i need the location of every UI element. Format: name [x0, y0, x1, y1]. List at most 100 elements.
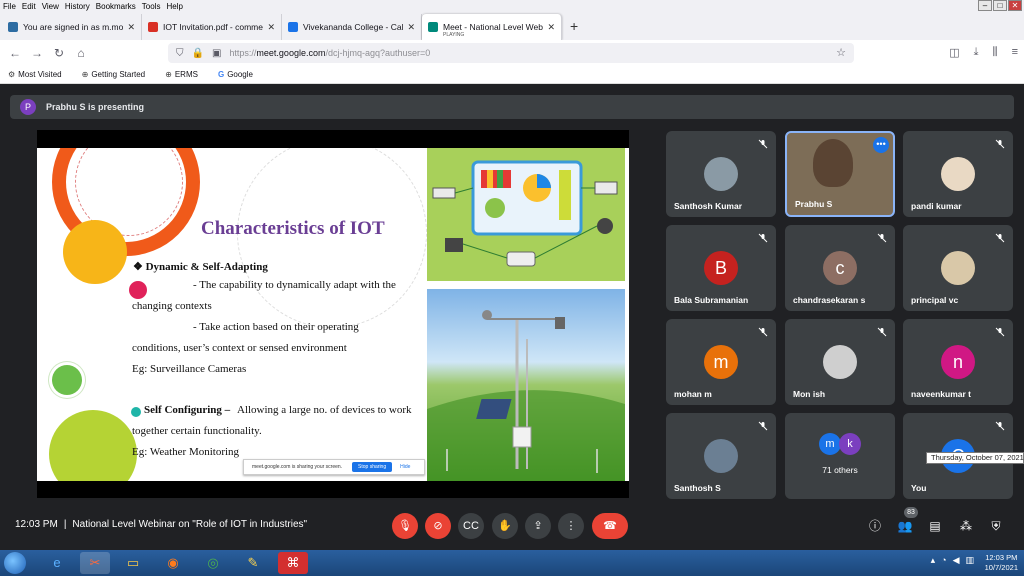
close-tab-icon[interactable]: ✕ — [267, 22, 275, 33]
hide-button[interactable]: Hide — [400, 464, 410, 470]
reload-icon[interactable]: ↻ — [48, 46, 70, 60]
avatar: B — [704, 251, 738, 285]
home-icon[interactable]: ⌂ — [70, 46, 92, 60]
bookmark-most-visited[interactable]: ⚙ Most Visited — [8, 70, 72, 79]
close-window-button[interactable]: ✕ — [1008, 0, 1022, 11]
participant-tile[interactable]: m mohan m — [666, 319, 776, 405]
tab-iot-invitation[interactable]: IOT Invitation.pdf - commerce ✕ — [142, 14, 282, 40]
network-icon[interactable]: ▥ — [965, 555, 974, 566]
participant-tile[interactable]: B Bala Subramanian — [666, 225, 776, 311]
url-bar[interactable]: ⛉ 🔒 ▣ https://meet.google.com/dcj-hjmq-a… — [168, 43, 854, 63]
participant-tile[interactable]: c chandrasekaran s — [785, 225, 895, 311]
paint-icon[interactable]: ✎ — [238, 552, 268, 574]
date-tooltip: Thursday, October 07, 2021 — [926, 452, 1024, 464]
pocket-icon[interactable]: ◫ — [949, 46, 959, 59]
presenting-text: Prabhu S is presenting — [46, 102, 145, 112]
host-controls-icon[interactable]: ⛨ — [987, 517, 1005, 535]
pink-dot-decoration — [129, 281, 147, 299]
participant-tile[interactable]: pandi kumar — [903, 131, 1013, 217]
raise-hand-button[interactable]: ✋ — [492, 513, 518, 539]
menu-tools[interactable]: Tools — [139, 2, 164, 11]
folder-icon[interactable]: ▭ — [118, 552, 148, 574]
minimize-button[interactable]: – — [978, 0, 992, 11]
tab-calendar[interactable]: Vivekananda College - Calenda ✕ — [282, 14, 422, 40]
slide-line: Eg: Surveillance Cameras — [132, 363, 247, 375]
participant-tile[interactable]: Santhosh Kumar — [666, 131, 776, 217]
show-hidden-icon[interactable]: ▴ — [931, 555, 936, 566]
media-icon[interactable]: ✂ — [80, 552, 110, 574]
back-icon[interactable]: ← — [4, 46, 26, 60]
participant-tile[interactable]: principal vc — [903, 225, 1013, 311]
clock[interactable]: 12:03 PM 10/7/2021 — [985, 553, 1018, 573]
menu-view[interactable]: View — [39, 2, 62, 11]
maximize-button[interactable]: □ — [993, 0, 1007, 11]
bookmark-google[interactable]: G Google — [218, 70, 263, 79]
library-icon[interactable]: ⫼ — [993, 46, 998, 59]
navigation-bar: ← → ↻ ⌂ ⛉ 🔒 ▣ https://meet.google.com/dc… — [0, 40, 1024, 66]
bookmark-label: Getting Started — [91, 70, 146, 79]
leave-call-button[interactable]: ☎ — [592, 513, 628, 539]
green-dot-decoration — [52, 365, 82, 395]
camera-off-button[interactable]: ⊘ — [425, 513, 451, 539]
present-button[interactable]: ⇪ — [525, 513, 551, 539]
menu-file[interactable]: File — [0, 2, 19, 11]
meet-window: P Prabhu S is presenting Characteristics… — [0, 85, 1024, 550]
captions-button[interactable]: CC — [458, 513, 484, 539]
shield-icon[interactable]: ⛉ — [176, 48, 184, 59]
downloads-icon[interactable]: ⤓ — [974, 46, 979, 59]
acrobat-icon[interactable]: ⌘ — [278, 552, 308, 574]
participant-name: chandrasekaran s — [793, 295, 866, 305]
volume-icon[interactable]: ◀ — [953, 555, 960, 566]
mic-muted-icon — [877, 327, 887, 337]
clock-date: 10/7/2021 — [984, 563, 1018, 572]
close-tab-icon[interactable]: ✕ — [547, 22, 555, 33]
activities-icon[interactable]: ⁂ — [957, 517, 975, 535]
tab-title: Meet - National Level Webinar — [443, 22, 544, 32]
chrome-icon[interactable]: ◎ — [198, 552, 228, 574]
new-tab-button[interactable]: + — [562, 14, 586, 40]
permissions-icon[interactable]: ▣ — [212, 48, 221, 59]
stop-sharing-button[interactable]: Stop sharing — [352, 462, 393, 472]
close-tab-icon[interactable]: ✕ — [127, 22, 135, 33]
mic-off-button[interactable]: 🎙 — [392, 513, 418, 539]
wifi-icon[interactable]: ◔ — [941, 555, 946, 566]
info-icon[interactable]: ⓘ — [866, 517, 884, 535]
participant-count-badge: 83 — [904, 507, 918, 518]
forward-icon[interactable]: → — [26, 46, 48, 60]
internet-explorer-icon[interactable]: e — [42, 552, 72, 574]
iot-surveillance-image — [427, 148, 625, 281]
tab-signed-in[interactable]: You are signed in as m.mohan ✕ — [2, 14, 142, 40]
teal-dot-decoration — [131, 407, 141, 417]
more-options-button[interactable]: ⋮ — [558, 513, 584, 539]
bookmark-getting-started[interactable]: ⊕ Getting Started — [82, 70, 156, 79]
meeting-details: 12:03 PM | National Level Webinar on "Role… — [15, 519, 307, 530]
close-tab-icon[interactable]: ✕ — [407, 22, 415, 33]
participant-tile[interactable]: Santhosh S — [666, 413, 776, 499]
window-controls: – □ ✕ — [978, 0, 1022, 11]
menu-history[interactable]: History — [62, 2, 93, 11]
participant-tile-active[interactable]: ••• Prabhu S — [785, 131, 895, 217]
avatar: n — [941, 345, 975, 379]
others-tile[interactable]: m k 71 others — [785, 413, 895, 499]
bookmark-star-icon[interactable]: ☆ — [836, 46, 846, 59]
skype-icon — [8, 22, 18, 32]
slide-line: - The capability to dynamically adapt wi… — [193, 279, 396, 291]
meet-icon — [428, 22, 438, 32]
menu-icon[interactable]: ≡ — [1012, 46, 1018, 59]
more-options-icon[interactable]: ••• — [873, 137, 889, 153]
firefox-icon[interactable]: ◉ — [158, 552, 188, 574]
chat-icon[interactable]: ▤ — [926, 517, 944, 535]
participant-tile[interactable]: n naveenkumar t — [903, 319, 1013, 405]
tab-meet[interactable]: Meet - National Level Webinar PLAYING ✕ — [422, 14, 562, 40]
mic-muted-icon — [995, 421, 1005, 431]
participant-name: Bala Subramanian — [674, 295, 749, 305]
lock-icon[interactable]: 🔒 — [192, 48, 204, 59]
menu-bookmarks[interactable]: Bookmarks — [93, 2, 139, 11]
bookmark-erms[interactable]: ⊕ ERMS — [165, 70, 208, 79]
people-icon[interactable]: 👥 — [896, 517, 914, 535]
start-button[interactable] — [4, 552, 26, 574]
menu-help[interactable]: Help — [163, 2, 185, 11]
slide-bullet-1: ❖ Dynamic & Self-Adapting — [133, 261, 268, 273]
participant-tile[interactable]: Mon ish — [785, 319, 895, 405]
menu-edit[interactable]: Edit — [19, 2, 39, 11]
